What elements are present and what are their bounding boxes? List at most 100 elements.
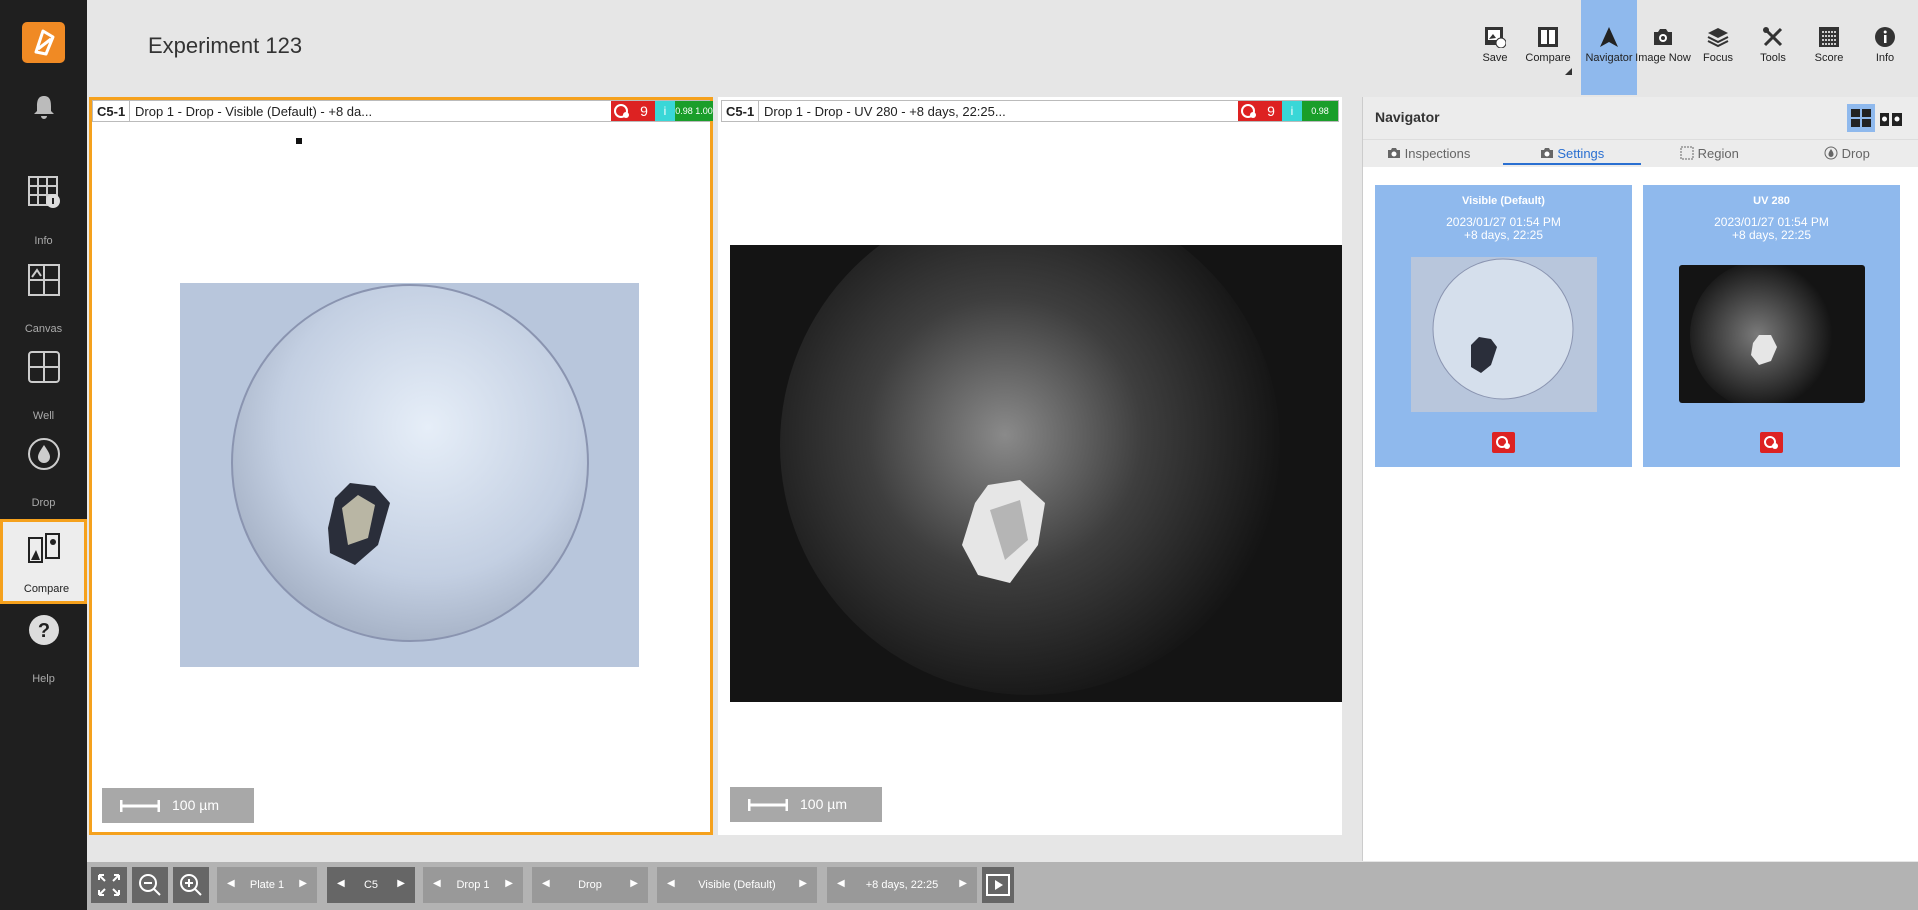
- pane-header: C5-1 Drop 1 - Drop - Visible (Default) -…: [92, 100, 713, 122]
- imaging-card-uv[interactable]: UV 280 2023/01/27 01:54 PM +8 days, 22:25: [1643, 185, 1900, 467]
- info-button[interactable]: Info: [1857, 0, 1913, 95]
- scale-label: 100 µm: [172, 797, 219, 813]
- plate-selector[interactable]: ◀ Plate 1 ▶: [217, 867, 317, 903]
- drop-icon: [27, 438, 60, 470]
- image-flag-icon[interactable]: [1760, 432, 1783, 453]
- next-icon[interactable]: ▶: [959, 878, 967, 889]
- drop-image-uv[interactable]: [730, 245, 1342, 702]
- image-now-button[interactable]: Image Now: [1635, 0, 1691, 95]
- imaging-selector[interactable]: ◀ Visible (Default) ▶: [657, 867, 817, 903]
- pane-location: C5-1: [726, 104, 755, 119]
- zoom-in-button[interactable]: [173, 867, 209, 903]
- camera-icon: [1654, 29, 1672, 45]
- sidebar-item-info[interactable]: Info: [0, 175, 87, 257]
- drop-selector[interactable]: ◀ Drop 1 ▶: [423, 867, 523, 903]
- multi-image-icon: [1851, 109, 1871, 127]
- next-icon[interactable]: ▶: [505, 878, 513, 889]
- image-flag-icon[interactable]: [1492, 432, 1515, 453]
- camera-settings-icon: [1540, 148, 1553, 158]
- notifications-button[interactable]: [0, 92, 87, 142]
- score-badge[interactable]: 9: [1260, 101, 1282, 121]
- app-logo[interactable]: [22, 22, 65, 63]
- compare-tool-button[interactable]: Compare: [1520, 0, 1576, 95]
- bell-icon: [33, 96, 54, 119]
- sidebar-item-label: Drop: [31, 497, 56, 509]
- info-badge[interactable]: i: [1282, 101, 1302, 121]
- next-icon[interactable]: ▶: [799, 878, 807, 889]
- sidebar-item-help[interactable]: ? Help: [0, 613, 87, 695]
- view-grid-button[interactable]: [1847, 104, 1875, 132]
- zoom-out-button[interactable]: [132, 867, 168, 903]
- pane-header: C5-1 Drop 1 - Drop - UV 280 - +8 days, 2…: [721, 100, 1339, 136]
- sidebar-item-label: Info: [34, 235, 53, 247]
- bottom-toolbar: ◀ Plate 1 ▶ ◀ C5 ▶ ◀ Drop 1 ▶ ◀ Drop ▶ ◀…: [87, 862, 1918, 910]
- region-selector[interactable]: ◀ Drop ▶: [532, 867, 648, 903]
- values-badge: 0.98 1.00: [1302, 101, 1338, 136]
- card-date: 2023/01/27 01:54 PM +8 days, 22:25: [1643, 216, 1900, 242]
- navigator-button[interactable]: Navigator: [1581, 0, 1637, 95]
- view-camera-button[interactable]: [1877, 104, 1905, 132]
- card-date: 2023/01/27 01:54 PM +8 days, 22:25: [1375, 216, 1632, 242]
- compare-icon: [1538, 27, 1558, 47]
- tab-settings[interactable]: Settings: [1503, 146, 1641, 165]
- zoom-out-icon: [139, 874, 161, 896]
- sidebar-item-compare[interactable]: Compare: [0, 519, 87, 604]
- save-label: Save: [1482, 52, 1508, 64]
- sidebar-item-well[interactable]: Well: [0, 350, 87, 432]
- navigator-panel: Navigator Inspections Settings Region Dr…: [1362, 97, 1918, 861]
- drop-image-visible[interactable]: [180, 283, 639, 667]
- next-icon[interactable]: ▶: [299, 878, 307, 889]
- sidebar-item-drop[interactable]: Drop: [0, 437, 87, 519]
- plate-info-icon: [27, 176, 60, 208]
- svg-text:?: ?: [37, 620, 49, 642]
- imaging-card-visible[interactable]: Visible (Default) 2023/01/27 01:54 PM +8 …: [1375, 185, 1632, 467]
- well-selector[interactable]: ◀ C5 ▶: [327, 867, 415, 903]
- layers-icon: [1707, 28, 1729, 48]
- score-badge[interactable]: 9: [633, 101, 655, 121]
- tab-label: Drop: [1841, 146, 1870, 161]
- tools-button[interactable]: Tools: [1745, 0, 1801, 95]
- canvas-icon: [27, 264, 60, 296]
- sidebar-item-canvas[interactable]: Canvas: [0, 263, 87, 345]
- camera-pair-icon: [1880, 113, 1902, 126]
- expand-icon: [98, 874, 120, 896]
- zoom-in-icon: [180, 874, 202, 896]
- image-flag-icon[interactable]: [1238, 101, 1260, 121]
- score-button[interactable]: Score: [1801, 0, 1857, 95]
- next-icon[interactable]: ▶: [397, 878, 405, 889]
- compare-pane-visible[interactable]: C5-1 Drop 1 - Drop - Visible (Default) -…: [89, 97, 713, 835]
- navigator-header: Navigator: [1363, 97, 1918, 139]
- tab-label: Inspections: [1404, 146, 1471, 161]
- card-date-text: 2023/01/27 01:54 PM: [1714, 215, 1829, 229]
- tab-inspections[interactable]: Inspections: [1387, 146, 1470, 161]
- scale-label: 100 µm: [800, 796, 847, 812]
- camera-icon: [1388, 148, 1400, 158]
- fit-screen-button[interactable]: [91, 867, 127, 903]
- info-label: Info: [1875, 52, 1895, 64]
- score-icon: [1819, 27, 1839, 47]
- focus-button[interactable]: Focus: [1690, 0, 1746, 95]
- region-icon: [1680, 146, 1694, 160]
- image-flag-icon[interactable]: [611, 101, 633, 121]
- sidebar-item-label: Compare: [23, 583, 70, 595]
- compare-pane-uv[interactable]: C5-1 Drop 1 - Drop - UV 280 - +8 days, 2…: [718, 97, 1342, 835]
- score-label: Score: [1814, 52, 1844, 64]
- tab-region[interactable]: Region: [1680, 146, 1739, 161]
- thumbnail-visible: [1411, 257, 1597, 412]
- tools-label: Tools: [1760, 52, 1786, 64]
- slideshow-button[interactable]: [982, 867, 1014, 903]
- pane-description: Drop 1 - Drop - Visible (Default) - +8 d…: [135, 104, 373, 119]
- compare-icon: [27, 533, 60, 563]
- sidebar-item-label: Canvas: [24, 323, 63, 335]
- tab-drop[interactable]: Drop: [1824, 146, 1870, 161]
- top-bar: Experiment 123 Save Compare Navigator Im…: [87, 0, 1918, 95]
- save-button[interactable]: Save: [1467, 0, 1523, 95]
- info-badge[interactable]: i: [655, 101, 675, 121]
- card-elapsed: +8 days, 22:25: [1731, 228, 1812, 242]
- compare-label: Compare: [1525, 52, 1571, 64]
- image-now-label: Image Now: [1635, 52, 1691, 64]
- play-frame-icon: [986, 874, 1010, 896]
- time-selector[interactable]: ◀ +8 days, 22:25 ▶: [827, 867, 977, 903]
- drop-icon: [1824, 146, 1838, 160]
- next-icon[interactable]: ▶: [630, 878, 638, 889]
